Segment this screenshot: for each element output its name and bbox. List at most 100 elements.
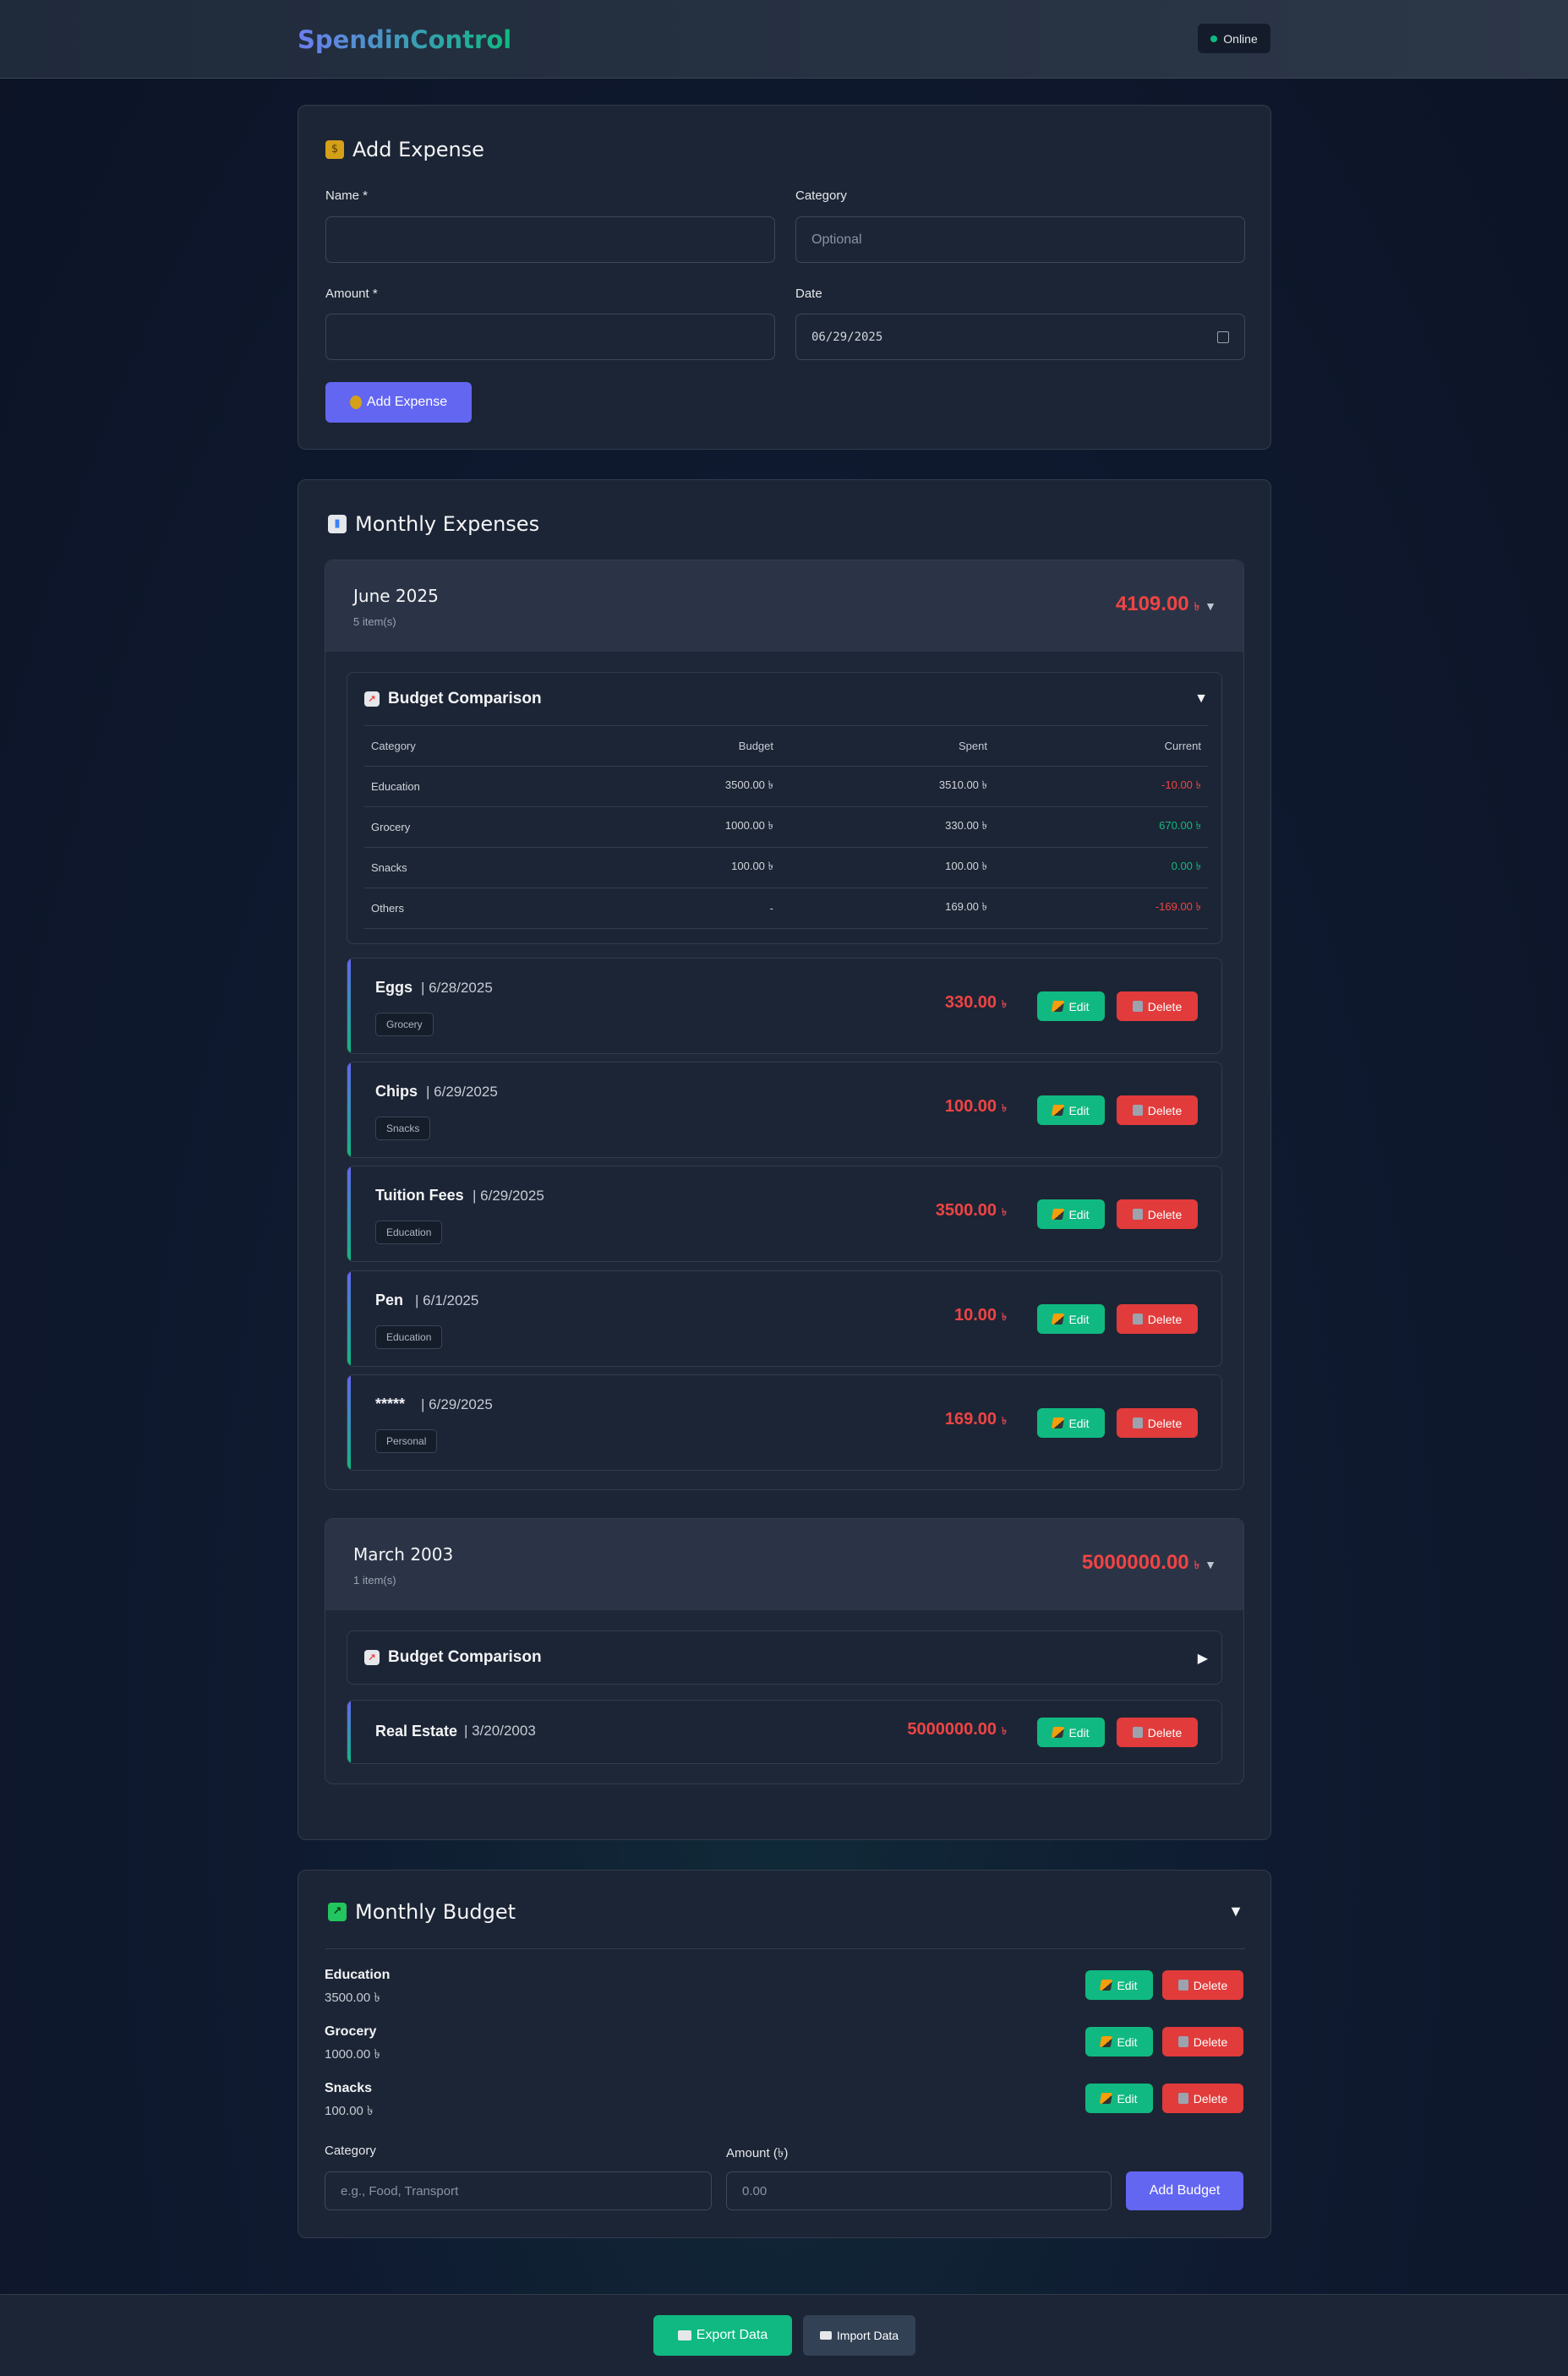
pencil-icon	[1052, 1001, 1065, 1012]
expense-item: Tuition Fees | 6/29/2025 Education 3500.…	[347, 1166, 1222, 1262]
table-row: Education 3500.00 ৳ 3510.00 ৳ -10.00 ৳	[364, 766, 1208, 807]
name-input[interactable]	[325, 216, 775, 263]
collapse-triangle-icon[interactable]: ▼	[1228, 1903, 1243, 1920]
chevron-down-icon[interactable]: ▼	[1205, 599, 1216, 613]
trash-icon	[1132, 1105, 1143, 1116]
trash-icon	[1177, 1980, 1188, 1991]
date-input[interactable]: 06/29/2025	[795, 314, 1245, 360]
table-row: Others - 169.00 ৳ -169.00 ৳	[364, 888, 1208, 929]
trash-icon	[1132, 1314, 1143, 1325]
budget-amount-label: Amount (৳)	[726, 2146, 789, 2160]
item-date: | 6/28/2025	[421, 980, 493, 996]
month-header[interactable]: June 2025 5 item(s) 4109.00 ৳ ▼	[325, 560, 1243, 652]
item-accent-bar	[347, 1062, 351, 1157]
edit-button[interactable]: Edit	[1037, 1408, 1105, 1438]
budget-amount-input[interactable]: 0.00	[726, 2171, 1112, 2210]
collapse-triangle-icon[interactable]: ▼	[1194, 691, 1208, 707]
export-tray-icon	[677, 2330, 691, 2340]
amount-input[interactable]	[325, 314, 775, 360]
money-bag-icon	[349, 396, 362, 409]
export-data-button[interactable]: Export Data	[653, 2315, 792, 2356]
category-input[interactable]: Optional	[795, 216, 1245, 263]
month-header[interactable]: March 2003 1 item(s) 5000000.00 ৳ ▼	[325, 1519, 1243, 1610]
category-tag: Education	[375, 1221, 443, 1244]
budget-comparison-title[interactable]: ↗ Budget Comparison	[364, 690, 542, 708]
status-badge: Online	[1197, 23, 1271, 54]
delete-button[interactable]: Delete	[1117, 1199, 1198, 1229]
edit-button[interactable]: Edit	[1037, 1304, 1105, 1334]
budget-comparison: ↗ Budget Comparison ▼ Category Budget Sp…	[347, 672, 1222, 944]
delete-button[interactable]: Delete	[1117, 991, 1198, 1021]
delete-button[interactable]: Delete	[1162, 1970, 1243, 2000]
item-accent-bar	[347, 959, 351, 1053]
add-budget-button[interactable]: Add Budget	[1126, 2171, 1243, 2210]
budget-comparison-table: Category Budget Spent Current Education …	[364, 725, 1208, 929]
col-header: Category	[364, 725, 533, 767]
pencil-icon	[1052, 1105, 1065, 1116]
month-count: 1 item(s)	[353, 1574, 396, 1587]
status-text: Online	[1223, 31, 1258, 46]
expense-item: Chips | 6/29/2025 Snacks 100.00 ৳ Edit De…	[347, 1062, 1222, 1158]
budget-category: Grocery	[325, 2024, 377, 2039]
item-amount: 10.00 ৳	[953, 1306, 1007, 1325]
budget-category-input[interactable]: e.g., Food, Transport	[325, 2171, 712, 2210]
footer: Export Data Import Data	[0, 2294, 1568, 2376]
category-tag: Grocery	[375, 1013, 434, 1036]
category-tag: Education	[375, 1325, 443, 1349]
item-date: | 6/29/2025	[473, 1188, 544, 1204]
item-amount: 330.00 ৳	[944, 993, 1007, 1012]
calendar-icon[interactable]	[1217, 330, 1229, 343]
expense-item: Eggs | 6/28/2025 Grocery 330.00 ৳ Edit De…	[347, 958, 1222, 1054]
pencil-icon	[1052, 1417, 1065, 1428]
item-date: | 6/29/2025	[426, 1084, 498, 1100]
trash-icon	[1132, 1417, 1143, 1428]
name-label: Name *	[325, 188, 369, 203]
delete-button[interactable]: Delete	[1117, 1718, 1198, 1747]
edit-button[interactable]: Edit	[1085, 2084, 1153, 2113]
date-label: Date	[795, 287, 822, 301]
budget-category-label: Category	[325, 2144, 376, 2158]
table-row: Grocery 1000.00 ৳ 330.00 ৳ 670.00 ৳	[364, 806, 1208, 848]
budget-comparison-title[interactable]: ↗ Budget Comparison	[364, 1648, 542, 1667]
item-date: | 6/1/2025	[415, 1292, 479, 1308]
delete-button[interactable]: Delete	[1162, 2027, 1243, 2056]
money-bag-icon: $	[325, 140, 344, 159]
add-expense-button[interactable]: Add Expense	[325, 382, 472, 423]
online-dot-icon	[1210, 35, 1218, 42]
trash-icon	[1177, 2093, 1188, 2104]
import-data-button[interactable]: Import Data	[803, 2315, 915, 2356]
item-name: Chips	[375, 1083, 418, 1100]
expense-item: Pen | 6/1/2025 Education 10.00 ৳ Edit Del…	[347, 1270, 1222, 1367]
budget-amount: 1000.00 ৳	[325, 2047, 380, 2062]
delete-button[interactable]: Delete	[1117, 1408, 1198, 1438]
expand-triangle-icon[interactable]: ▶	[1198, 1650, 1208, 1667]
item-amount: 100.00 ৳	[944, 1097, 1007, 1116]
edit-button[interactable]: Edit	[1037, 991, 1105, 1021]
monthly-budget-title: ↗ Monthly Budget	[328, 1900, 516, 1924]
delete-button[interactable]: Delete	[1117, 1304, 1198, 1334]
budget-amount: 3500.00 ৳	[325, 1991, 380, 2005]
pencil-icon	[1100, 1980, 1113, 1991]
delete-button[interactable]: Delete	[1117, 1095, 1198, 1125]
table-row: Snacks 100.00 ৳ 100.00 ৳ 0.00 ৳	[364, 847, 1208, 888]
item-accent-bar	[347, 1166, 351, 1261]
edit-button[interactable]: Edit	[1037, 1095, 1105, 1125]
chevron-down-icon[interactable]: ▼	[1205, 1558, 1216, 1571]
month-group-march-2003: March 2003 1 item(s) 5000000.00 ৳ ▼ ↗ Bu…	[325, 1518, 1244, 1784]
chart-increasing-icon: ↗	[328, 1903, 347, 1921]
category-label: Category	[795, 188, 847, 203]
expense-item: ***** | 6/29/2025 Personal 169.00 ৳ Edit …	[347, 1374, 1222, 1471]
trash-icon	[1177, 2036, 1188, 2047]
edit-button[interactable]: Edit	[1085, 2027, 1153, 2056]
month-total: 5000000.00 ৳ ▼	[1081, 1551, 1216, 1574]
edit-button[interactable]: Edit	[1037, 1718, 1105, 1747]
divider	[325, 1948, 1245, 1949]
edit-button[interactable]: Edit	[1037, 1199, 1105, 1229]
month-count: 5 item(s)	[353, 615, 396, 628]
amount-label: Amount *	[325, 287, 378, 301]
budget-category: Education	[325, 1968, 391, 1982]
delete-button[interactable]: Delete	[1162, 2084, 1243, 2113]
edit-button[interactable]: Edit	[1085, 1970, 1153, 2000]
col-header: Budget	[533, 725, 773, 767]
budget-category: Snacks	[325, 2081, 373, 2095]
